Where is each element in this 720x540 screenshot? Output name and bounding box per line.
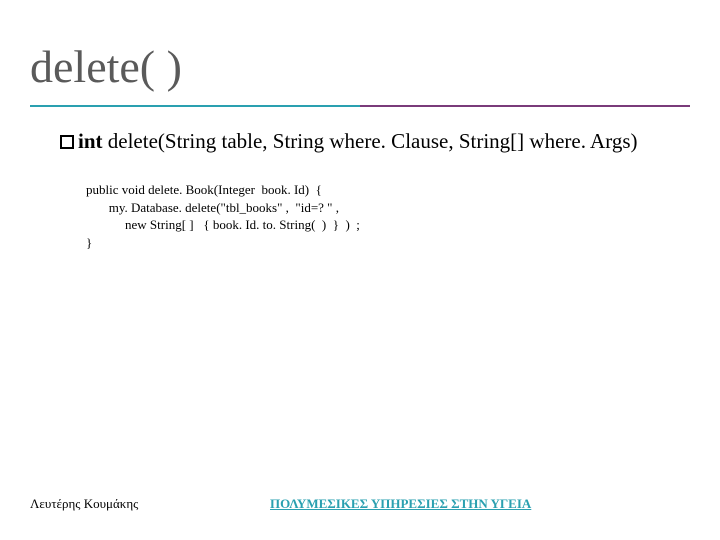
title-underline (30, 105, 690, 107)
bullet-icon (60, 135, 74, 149)
footer: Λευτέρης Κουμάκης ΠΟΛΥΜΕΣΙΚΕΣ ΥΠΗΡΕΣΙΕΣ … (30, 496, 690, 512)
signature-rest: delete(String table, String where. Claus… (103, 129, 638, 153)
footer-course: ΠΟΛΥΜΕΣΙΚΕΣ ΥΠΗΡΕΣΙΕΣ ΣΤΗΝ ΥΓΕΙΑ (270, 496, 531, 512)
code-line-4: } (86, 235, 92, 250)
code-line-2: my. Database. delete("tbl_books" , "id=?… (86, 200, 339, 215)
method-signature: int delete(String table, String where. C… (60, 127, 690, 155)
code-line-1: public void delete. Book(Integer book. I… (86, 182, 322, 197)
footer-author: Λευτέρης Κουμάκης (30, 496, 138, 512)
code-line-3: new String[ ] { book. Id. to. String( ) … (86, 217, 360, 232)
code-block: public void delete. Book(Integer book. I… (86, 181, 690, 251)
slide-title: delete( ) (30, 40, 690, 93)
signature-return-type: int (78, 129, 103, 153)
slide: delete( ) int delete(String table, Strin… (0, 0, 720, 540)
